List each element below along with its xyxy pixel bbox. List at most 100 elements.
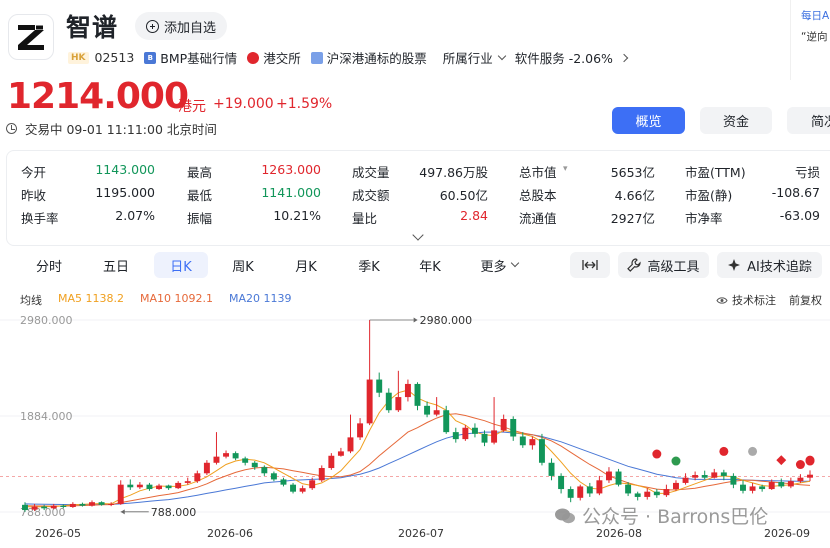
candle-body	[270, 473, 277, 480]
sector-label: 软件服务 -2.06%	[514, 51, 613, 66]
industry-dropdown[interactable]: 所属行业	[442, 48, 506, 67]
stat-label: 市净率	[685, 211, 723, 226]
price-adjust-toggle[interactable]: 前复权	[789, 292, 822, 308]
stat-value: 2.07%	[115, 208, 155, 223]
stat-label: 最高	[187, 165, 213, 180]
tab-minute[interactable]: 分时	[22, 252, 76, 278]
low-annotation-arrow	[120, 509, 125, 515]
candle-body	[376, 379, 383, 393]
stat-value: 5653亿	[610, 165, 655, 180]
advanced-tools-button[interactable]: 高级工具	[618, 252, 709, 278]
candle-body	[433, 410, 440, 415]
chevron-down-icon	[497, 51, 506, 60]
promo-strip[interactable]: 每日A “逆向	[790, 0, 830, 80]
candle-body	[673, 482, 679, 490]
candle-body	[156, 485, 162, 490]
event-marker	[671, 456, 681, 466]
tab-yearly-k-label: 年K	[419, 259, 441, 275]
current-price: 1214.000	[7, 76, 189, 117]
ma10-line	[24, 413, 811, 507]
bmp-icon: B	[144, 51, 157, 64]
promo-title: 每日A	[801, 10, 830, 22]
promo-text: “逆向	[801, 31, 828, 43]
stat-value: 2927亿	[610, 211, 655, 226]
event-marker	[805, 455, 815, 465]
tab-quarterly-k[interactable]: 季K	[342, 252, 396, 278]
tab-weekly-k[interactable]: 周K	[217, 252, 269, 278]
high-annotation-arrow	[413, 317, 418, 323]
candle-body	[357, 423, 364, 438]
stat-value: 497.86万股	[419, 165, 488, 180]
sector-link[interactable]: 软件服务 -2.06%	[514, 48, 629, 67]
candle-body	[759, 486, 766, 490]
ma20-value: MA20 1139	[229, 292, 292, 305]
tag-connect[interactable]: 沪深港通标的股票	[310, 48, 427, 67]
candle-body	[424, 405, 431, 415]
candle-body	[701, 475, 708, 478]
ai-tracking-button[interactable]: AI技术追踪	[717, 252, 822, 278]
ma20-line	[24, 431, 811, 506]
low-annotation-label: 788.000	[151, 506, 197, 519]
ma5-value: MA5 1138.2	[58, 292, 124, 305]
y-tick-label: 1884.000	[20, 410, 73, 423]
candle-body	[558, 475, 565, 490]
stat-value: 1263.000	[261, 162, 321, 177]
plus-circle-icon	[145, 19, 159, 33]
candle-body	[538, 439, 545, 463]
candle-body	[749, 486, 756, 491]
tag-hkex[interactable]: 港交所	[247, 48, 301, 67]
tab-overview[interactable]: 概览	[612, 107, 685, 134]
candle-body	[778, 482, 785, 487]
stat-value: 1143.000	[95, 162, 155, 177]
candle-body	[22, 504, 28, 511]
event-marker	[795, 460, 805, 470]
candle-body	[615, 471, 622, 485]
indicator-toggle[interactable]: 技术标注	[716, 292, 776, 308]
candle-body	[165, 485, 172, 489]
candle-body	[577, 486, 584, 498]
add-watchlist-button[interactable]: 添加自选	[135, 12, 227, 40]
candle-body	[127, 484, 134, 488]
candle-body	[50, 505, 57, 509]
tag-bmp[interactable]: B BMP基础行情	[144, 48, 237, 67]
tab-yearly-k[interactable]: 年K	[404, 252, 456, 278]
stat-value: 2.84	[460, 208, 488, 223]
candle-body	[720, 472, 727, 476]
tab-brief[interactable]: 简况	[787, 107, 830, 134]
candle-body	[586, 486, 593, 494]
candle-body	[711, 472, 718, 478]
stat-label: 今开	[21, 165, 47, 180]
candle-body	[213, 456, 220, 463]
candle-body	[337, 451, 344, 456]
candle-body	[98, 502, 105, 505]
x-tick-label: 2026-06	[207, 527, 253, 540]
stat-value: 10.21%	[273, 208, 321, 223]
tab-5day[interactable]: 五日	[90, 252, 142, 278]
market-tag: HK	[68, 51, 89, 64]
candle-body	[299, 488, 306, 492]
tab-daily-k[interactable]: 日K	[154, 252, 208, 278]
price-change: +19.000	[213, 96, 274, 112]
price-unit: 港元	[178, 99, 206, 115]
candle-body	[69, 503, 76, 508]
candle-body	[634, 493, 641, 497]
clock-icon	[6, 123, 17, 134]
eye-icon	[716, 296, 728, 304]
advanced-tools-label: 高级工具	[647, 259, 700, 275]
candle-body	[787, 481, 794, 487]
industry-label: 所属行业	[442, 51, 493, 66]
zhipu-logo-icon	[18, 25, 44, 50]
x-tick-label: 2026-05	[35, 527, 81, 540]
tab-more[interactable]: 更多	[470, 252, 528, 278]
candle-body	[481, 433, 488, 443]
candle-body	[807, 474, 813, 478]
candle-body	[529, 439, 536, 446]
tab-monthly-k[interactable]: 月K	[280, 252, 332, 278]
tab-funds[interactable]: 资金	[700, 107, 772, 134]
stat-label: 成交额	[352, 188, 390, 203]
tab-weekly-k-label: 周K	[232, 259, 254, 275]
caret-down-icon[interactable]: ▾	[563, 164, 568, 174]
expand-chart-button[interactable]	[570, 252, 610, 278]
wrench-icon	[627, 258, 642, 272]
tab-minute-label: 分时	[35, 259, 62, 275]
